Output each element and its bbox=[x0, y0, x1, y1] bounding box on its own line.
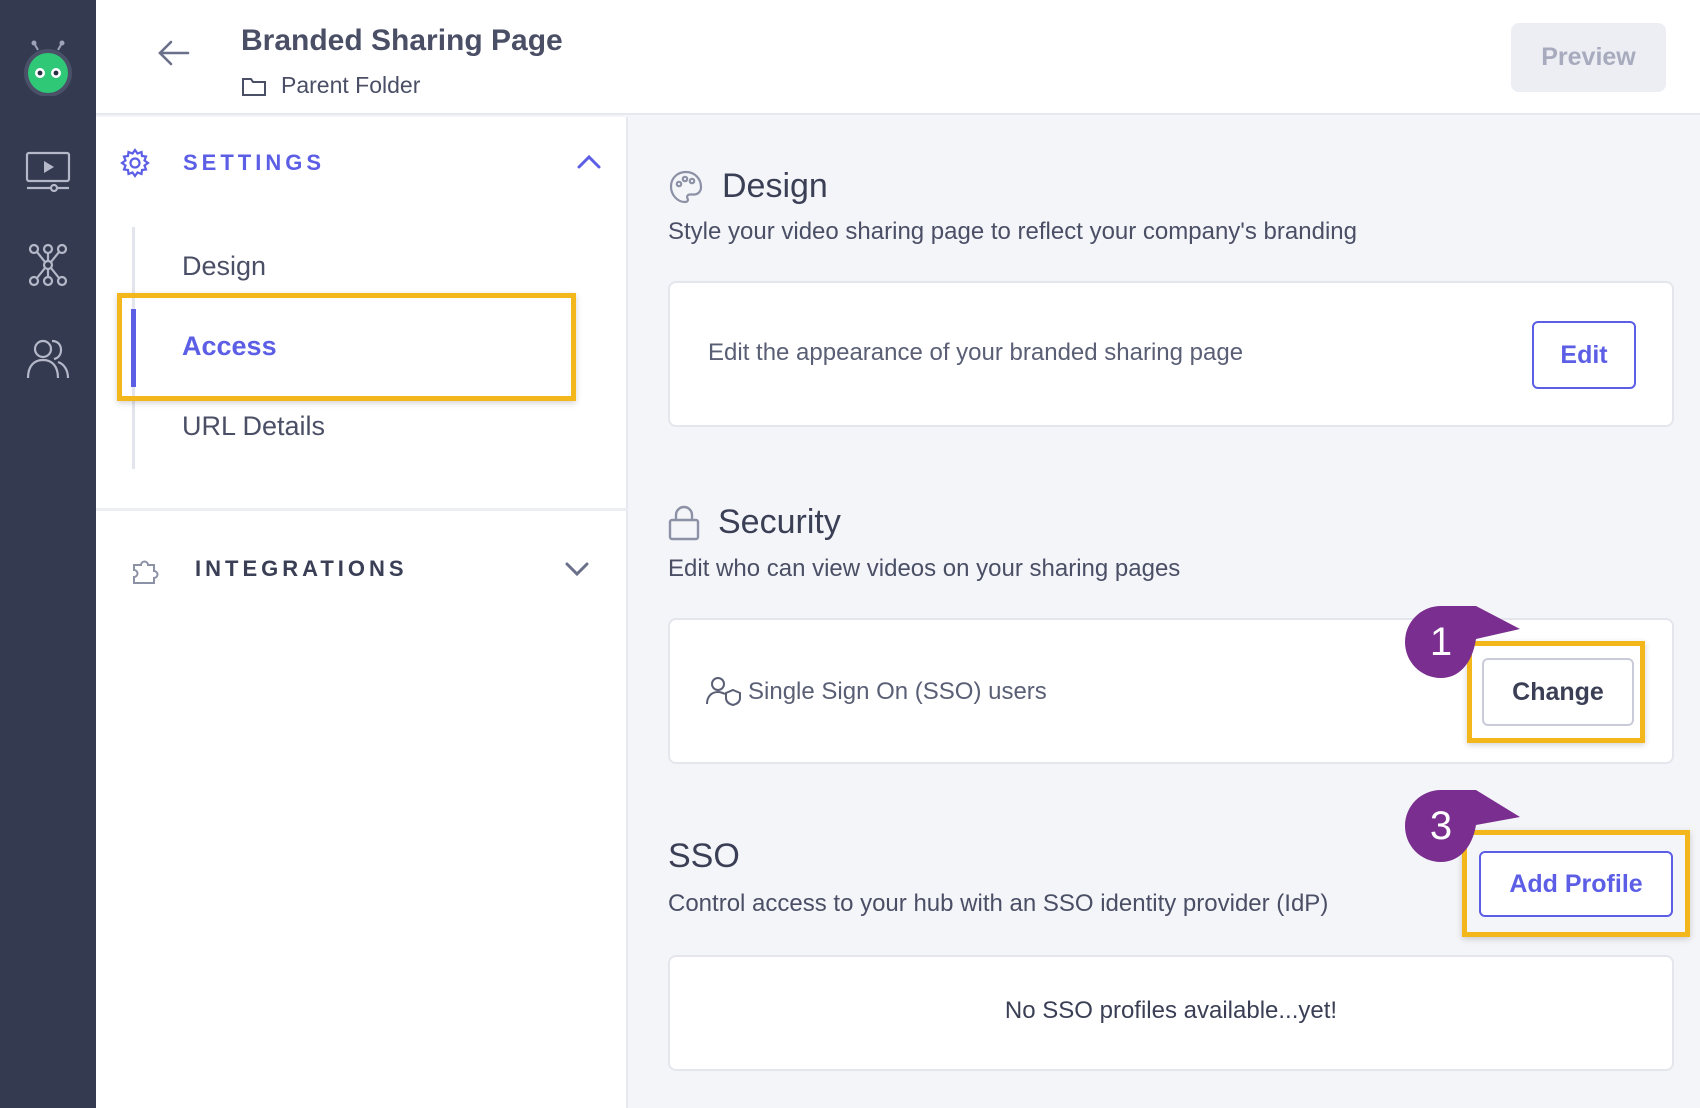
sso-heading-text: SSO bbox=[668, 837, 740, 875]
security-card-text: Single Sign On (SSO) users bbox=[748, 678, 1047, 705]
design-heading: Design bbox=[668, 167, 828, 206]
folder-icon bbox=[242, 77, 266, 96]
nav-item-url-details[interactable]: URL Details bbox=[182, 411, 325, 442]
sso-profiles-card: No SSO profiles available...yet! bbox=[668, 955, 1674, 1071]
network-hub-icon[interactable] bbox=[20, 237, 76, 293]
main-content: Design Style your video sharing page to … bbox=[630, 117, 1700, 1108]
users-icon[interactable] bbox=[20, 330, 76, 386]
settings-label: SETTINGS bbox=[183, 150, 326, 175]
step-marker-3: 3 bbox=[1402, 787, 1520, 865]
robot-logo-icon[interactable] bbox=[20, 40, 76, 96]
edit-design-button[interactable]: Edit bbox=[1532, 321, 1636, 389]
parent-folder-link[interactable]: Parent Folder bbox=[281, 72, 420, 99]
preview-button[interactable]: Preview bbox=[1511, 23, 1666, 92]
step-marker-3-label: 3 bbox=[1429, 803, 1453, 848]
nav-item-design[interactable]: Design bbox=[182, 251, 266, 282]
app-rail bbox=[0, 0, 96, 1108]
sso-empty-text: No SSO profiles available...yet! bbox=[1004, 997, 1338, 1024]
sidebar-divider bbox=[96, 508, 628, 511]
user-shield-icon bbox=[706, 677, 741, 706]
page-header: Branded Sharing Page Parent Folder Previ… bbox=[96, 0, 1700, 115]
design-heading-text: Design bbox=[722, 167, 828, 205]
settings-sidebar: SETTINGS Design Access URL Details INTEG… bbox=[96, 117, 628, 1108]
sso-description: Control access to your hub with an SSO i… bbox=[668, 890, 1329, 917]
settings-section-header[interactable]: SETTINGS bbox=[96, 134, 628, 194]
security-description: Edit who can view videos on your sharing… bbox=[668, 555, 1181, 582]
puzzle-icon bbox=[133, 560, 159, 584]
integrations-label: INTEGRATIONS bbox=[195, 556, 408, 581]
lock-icon bbox=[668, 505, 700, 540]
security-heading-text: Security bbox=[718, 503, 841, 541]
design-card-text: Edit the appearance of your branded shar… bbox=[708, 339, 1244, 366]
breadcrumb[interactable]: Parent Folder bbox=[241, 72, 420, 99]
step-marker-1-label: 1 bbox=[1429, 619, 1453, 664]
sso-heading: SSO bbox=[668, 837, 740, 876]
back-arrow-icon[interactable] bbox=[156, 35, 192, 71]
chevron-down-icon[interactable] bbox=[564, 559, 590, 579]
security-heading: Security bbox=[668, 503, 841, 542]
video-library-icon[interactable] bbox=[20, 144, 76, 200]
design-description: Style your video sharing page to reflect… bbox=[668, 218, 1357, 245]
access-highlight-box bbox=[117, 293, 576, 401]
chevron-up-icon[interactable] bbox=[576, 152, 602, 172]
design-card: Edit the appearance of your branded shar… bbox=[668, 281, 1674, 427]
step-marker-1: 1 bbox=[1402, 603, 1520, 681]
integrations-section-header[interactable]: INTEGRATIONS bbox=[96, 539, 628, 599]
palette-icon bbox=[669, 170, 703, 203]
gear-icon bbox=[120, 148, 150, 178]
page-title: Branded Sharing Page bbox=[241, 24, 563, 57]
